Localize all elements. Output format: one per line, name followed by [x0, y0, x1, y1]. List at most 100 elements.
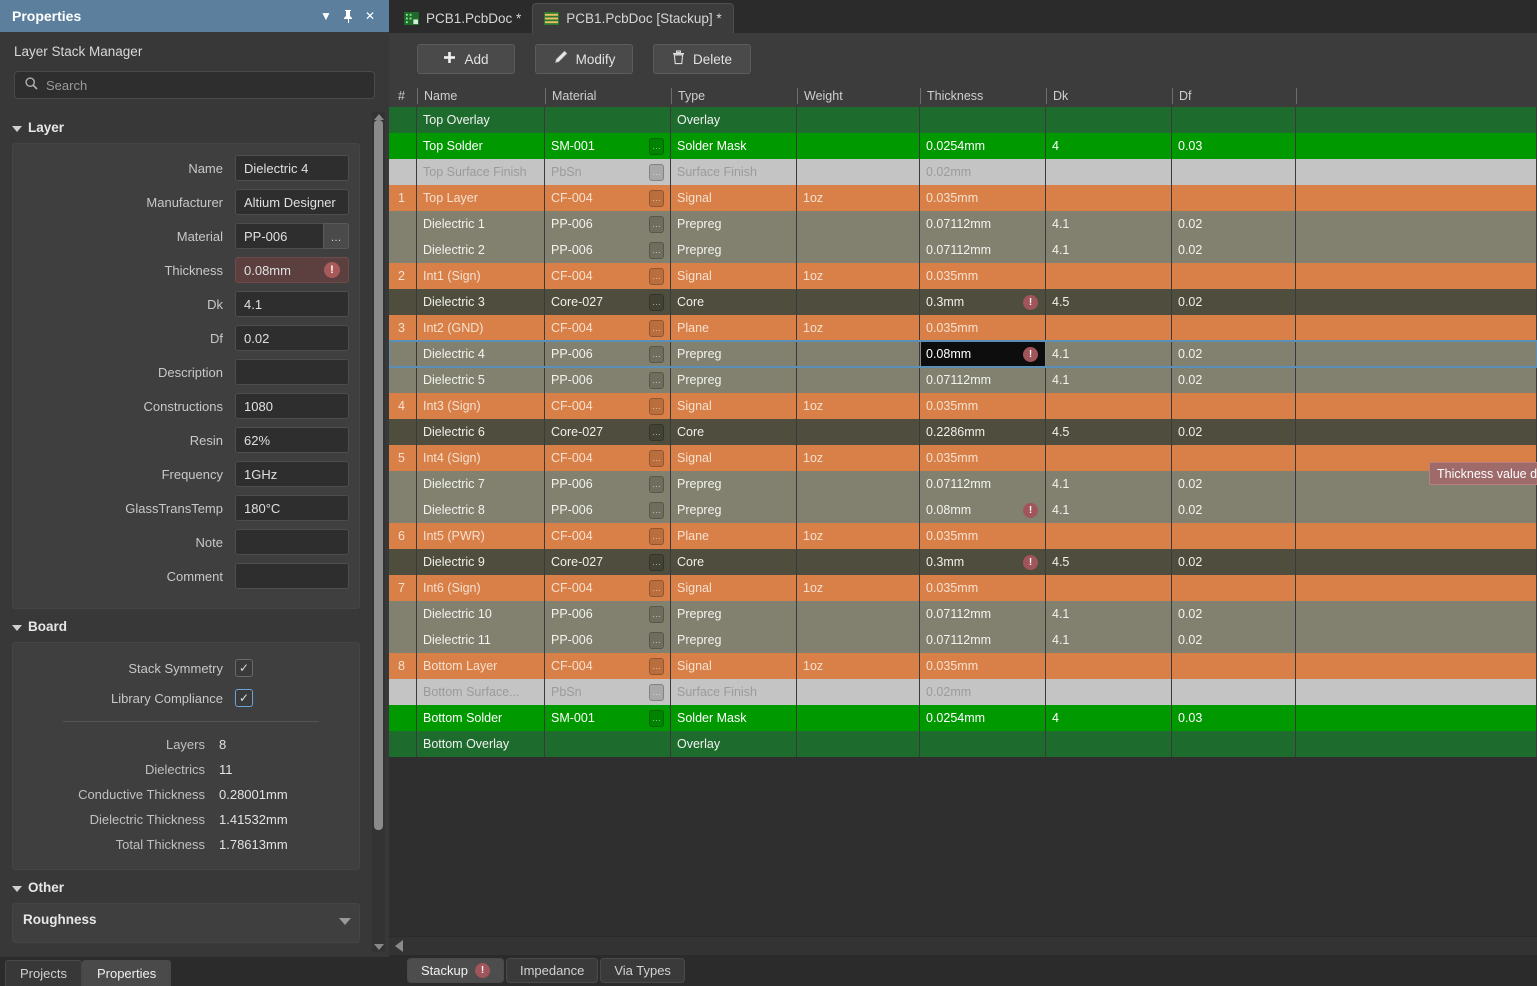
cell-num[interactable]: 6 [389, 523, 417, 549]
cell-num[interactable] [389, 107, 417, 133]
browse-material-button[interactable]: … [649, 216, 664, 233]
document-tab-pcb1-pcbdoc[interactable]: PCB1.PcbDoc * [393, 3, 532, 33]
cell-dk[interactable] [1046, 159, 1172, 185]
cell-extra[interactable] [1296, 341, 1537, 367]
field-value-manufacturer[interactable]: Altium Designer [235, 189, 349, 215]
cell-thickness[interactable]: 0.035mm [920, 445, 1046, 471]
cell-weight[interactable]: 1oz [797, 263, 920, 289]
cell-extra[interactable] [1296, 627, 1537, 653]
cell-name[interactable]: Bottom Overlay [417, 731, 545, 757]
table-row[interactable]: Top SolderSM-001…Solder Mask0.0254mm40.0… [389, 133, 1537, 159]
cell-weight[interactable]: 1oz [797, 445, 920, 471]
cell-extra[interactable] [1296, 601, 1537, 627]
cell-thickness[interactable]: 0.07112mm [920, 601, 1046, 627]
cell-dk[interactable]: 4.1 [1046, 627, 1172, 653]
cell-dk[interactable] [1046, 575, 1172, 601]
table-row[interactable]: Dielectric 7PP-006…Prepreg0.07112mm4.10.… [389, 471, 1537, 497]
cell-num[interactable]: 5 [389, 445, 417, 471]
cell-name[interactable]: Dielectric 4 [417, 341, 545, 367]
cell-df[interactable] [1172, 575, 1296, 601]
browse-material-button[interactable]: … [649, 502, 664, 519]
cell-material[interactable]: PP-006… [545, 367, 671, 393]
cell-dk[interactable]: 4.1 [1046, 601, 1172, 627]
table-row[interactable]: 8Bottom LayerCF-004…Signal1oz0.035mm [389, 653, 1537, 679]
table-row[interactable]: Bottom SolderSM-001…Solder Mask0.0254mm4… [389, 705, 1537, 731]
cell-dk[interactable]: 4.5 [1046, 419, 1172, 445]
cell-df[interactable]: 0.03 [1172, 133, 1296, 159]
browse-material-button[interactable]: … [649, 632, 664, 649]
cell-thickness[interactable]: 0.035mm [920, 263, 1046, 289]
browse-material-button[interactable]: … [323, 223, 349, 249]
cell-dk[interactable] [1046, 731, 1172, 757]
table-row[interactable]: Dielectric 10PP-006…Prepreg0.07112mm4.10… [389, 601, 1537, 627]
cell-thickness[interactable]: 0.035mm [920, 393, 1046, 419]
cell-thickness[interactable]: 0.2286mm [920, 419, 1046, 445]
cell-df[interactable]: 0.02 [1172, 211, 1296, 237]
cell-material[interactable]: CF-004… [545, 393, 671, 419]
cell-num[interactable] [389, 705, 417, 731]
document-tab-pcb1-pcbdoc-stackup[interactable]: PCB1.PcbDoc [Stackup] * [532, 3, 733, 33]
cell-type[interactable]: Prepreg [671, 471, 797, 497]
table-row[interactable]: Dielectric 8PP-006…Prepreg0.08mm!4.10.02 [389, 497, 1537, 523]
table-row[interactable]: Dielectric 4PP-006…Prepreg0.08mm!4.10.02 [389, 341, 1537, 367]
cell-name[interactable]: Dielectric 8 [417, 497, 545, 523]
cell-thickness[interactable]: 0.035mm [920, 575, 1046, 601]
cell-type[interactable]: Core [671, 549, 797, 575]
browse-material-button[interactable]: … [649, 424, 664, 441]
browse-material-button[interactable]: … [649, 606, 664, 623]
cell-weight[interactable] [797, 237, 920, 263]
delete-button[interactable]: Delete [653, 44, 751, 74]
browse-material-button[interactable]: … [649, 658, 664, 675]
cell-thickness[interactable]: 0.08mm! [920, 497, 1046, 523]
cell-df[interactable]: 0.02 [1172, 237, 1296, 263]
cell-name[interactable]: Int6 (Sign) [417, 575, 545, 601]
cell-weight[interactable] [797, 341, 920, 367]
field-value-name[interactable]: Dielectric 4 [235, 155, 349, 181]
cell-weight[interactable]: 1oz [797, 523, 920, 549]
cell-extra[interactable] [1296, 679, 1537, 705]
table-row[interactable]: Dielectric 2PP-006…Prepreg0.07112mm4.10.… [389, 237, 1537, 263]
table-row[interactable]: 4Int3 (Sign)CF-004…Signal1oz0.035mm [389, 393, 1537, 419]
field-value-dk[interactable]: 4.1 [235, 291, 349, 317]
cell-material[interactable]: SM-001… [545, 133, 671, 159]
table-row[interactable]: Top Surface FinishPbSn…Surface Finish0.0… [389, 159, 1537, 185]
close-icon[interactable]: ✕ [359, 5, 381, 27]
cell-num[interactable] [389, 471, 417, 497]
cell-df[interactable]: 0.02 [1172, 471, 1296, 497]
cell-dk[interactable]: 4.1 [1046, 211, 1172, 237]
cell-df[interactable]: 0.02 [1172, 601, 1296, 627]
cell-name[interactable]: Top Overlay [417, 107, 545, 133]
cell-num[interactable] [389, 497, 417, 523]
cell-df[interactable]: 0.02 [1172, 497, 1296, 523]
cell-df[interactable]: 0.02 [1172, 341, 1296, 367]
cell-thickness[interactable]: 0.0254mm [920, 133, 1046, 159]
cell-df[interactable] [1172, 393, 1296, 419]
cell-num[interactable]: 2 [389, 263, 417, 289]
cell-dk[interactable]: 4 [1046, 705, 1172, 731]
cell-type[interactable]: Solder Mask [671, 705, 797, 731]
cell-thickness[interactable]: 0.035mm [920, 523, 1046, 549]
cell-weight[interactable] [797, 731, 920, 757]
cell-material[interactable]: PP-006… [545, 211, 671, 237]
cell-thickness[interactable]: 0.08mm! [920, 341, 1046, 367]
cell-type[interactable]: Prepreg [671, 237, 797, 263]
cell-thickness[interactable]: 0.07112mm [920, 367, 1046, 393]
chevron-down-icon[interactable] [339, 918, 351, 925]
cell-num[interactable] [389, 419, 417, 445]
cell-extra[interactable] [1296, 133, 1537, 159]
browse-material-button[interactable]: … [649, 684, 664, 701]
cell-thickness[interactable]: 0.035mm [920, 185, 1046, 211]
browse-material-button[interactable]: … [649, 268, 664, 285]
cell-material[interactable]: Core-027… [545, 419, 671, 445]
cell-num[interactable] [389, 367, 417, 393]
cell-name[interactable]: Dielectric 10 [417, 601, 545, 627]
field-value-thickness[interactable]: 0.08mm! [235, 257, 349, 283]
browse-material-button[interactable]: … [649, 476, 664, 493]
cell-extra[interactable] [1296, 497, 1537, 523]
cell-material[interactable]: PP-006… [545, 601, 671, 627]
cell-material[interactable]: CF-004… [545, 263, 671, 289]
cell-weight[interactable]: 1oz [797, 315, 920, 341]
cell-type[interactable]: Solder Mask [671, 133, 797, 159]
cell-thickness[interactable]: 0.07112mm [920, 627, 1046, 653]
field-value-resin[interactable]: 62% [235, 427, 349, 453]
